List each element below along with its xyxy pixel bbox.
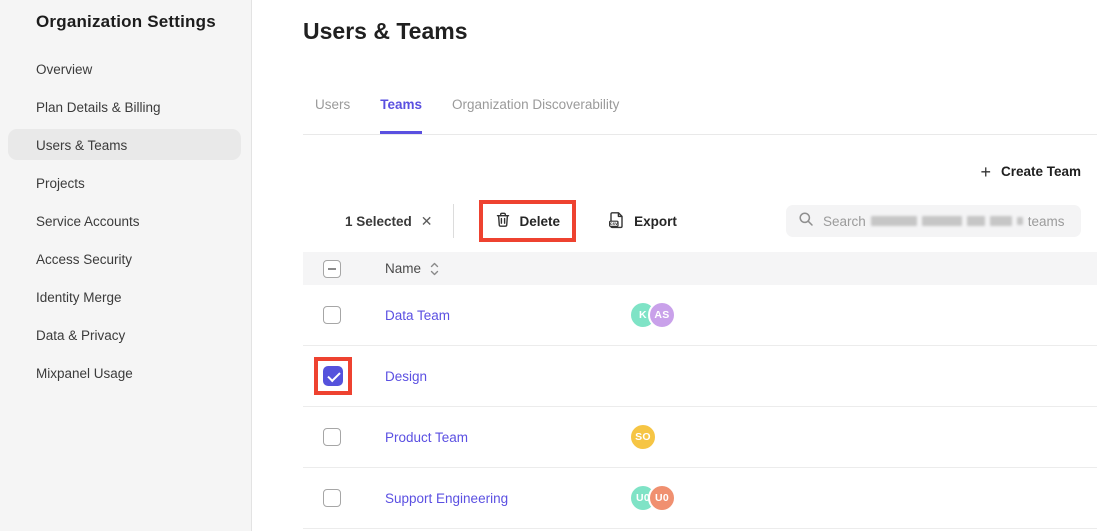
sidebar-title: Organization Settings (36, 12, 251, 32)
team-link[interactable]: Design (385, 369, 427, 384)
design-row-checkbox[interactable] (323, 366, 343, 386)
sidebar-item-data-privacy[interactable]: Data & Privacy (0, 316, 251, 354)
sidebar-item-label: Overview (36, 62, 92, 77)
page: Organization Settings Overview Plan Deta… (0, 0, 1108, 531)
team-name-cell: Support Engineering (385, 491, 629, 506)
search-input[interactable]: Search teams (786, 205, 1081, 237)
search-placeholder-prefix: Search (823, 214, 866, 229)
sidebar-item-label: Mixpanel Usage (36, 366, 133, 381)
sidebar-item-label: Plan Details & Billing (36, 100, 161, 115)
delete-label: Delete (520, 214, 561, 229)
sidebar-item-overview[interactable]: Overview (0, 50, 251, 88)
selected-count-label: 1 Selected (345, 214, 412, 229)
team-members-cell: U0 U0 (629, 484, 676, 512)
table-header-row: Name (303, 252, 1097, 285)
header-checkbox-cell (303, 260, 385, 278)
plus-icon: + (980, 165, 991, 179)
redacted-text-block (922, 216, 962, 226)
delete-button[interactable]: Delete (483, 204, 573, 238)
team-link[interactable]: Support Engineering (385, 491, 508, 506)
tab-teams[interactable]: Teams (380, 97, 422, 134)
row-checkbox[interactable] (323, 428, 341, 446)
row-checkbox[interactable] (323, 489, 341, 507)
export-button[interactable]: csv Export (600, 204, 685, 239)
sort-icon[interactable] (430, 262, 439, 276)
sidebar-item-label: Projects (36, 176, 85, 191)
search-placeholder: Search teams (823, 214, 1065, 229)
member-avatar: U0 (648, 484, 676, 512)
table-row: Product Team SO (303, 407, 1097, 468)
sidebar-item-mixpanel-usage[interactable]: Mixpanel Usage (0, 354, 251, 392)
row-checkbox-cell (303, 489, 385, 507)
search-placeholder-suffix: teams (1028, 214, 1065, 229)
redacted-text-block (967, 216, 985, 226)
name-column-header: Name (385, 261, 629, 276)
selection-toolbar: 1 Selected ✕ Delete (303, 201, 1081, 241)
annotation-box-delete: Delete (479, 200, 577, 242)
tab-organization-discoverability[interactable]: Organization Discoverability (452, 97, 619, 134)
tab-bar: Users Teams Organization Discoverability (303, 95, 1097, 135)
teams-table: Name Data Team (303, 252, 1097, 529)
clear-selection-icon[interactable]: ✕ (421, 213, 433, 230)
export-label: Export (634, 214, 677, 229)
create-team-label: Create Team (1001, 164, 1081, 179)
csv-export-icon: csv (608, 211, 625, 232)
member-avatar: SO (629, 423, 657, 451)
sidebar-item-identity-merge[interactable]: Identity Merge (0, 278, 251, 316)
sidebar-item-projects[interactable]: Projects (0, 164, 251, 202)
row-checkbox[interactable] (323, 306, 341, 324)
select-all-checkbox[interactable] (323, 260, 341, 278)
sidebar-item-label: Identity Merge (36, 290, 122, 305)
sidebar-nav: Overview Plan Details & Billing Users & … (0, 50, 251, 392)
table-row: Design (303, 346, 1097, 407)
team-name-cell: Design (385, 369, 629, 384)
team-link[interactable]: Product Team (385, 430, 468, 445)
sidebar-item-access-security[interactable]: Access Security (0, 240, 251, 278)
page-title: Users & Teams (303, 18, 468, 45)
create-team-button[interactable]: + Create Team (980, 164, 1081, 179)
sidebar-item-label: Access Security (36, 252, 132, 267)
team-name-cell: Data Team (385, 308, 629, 323)
team-members-cell: K AS (629, 301, 676, 329)
sidebar-item-users-teams[interactable]: Users & Teams (0, 126, 251, 164)
team-name-cell: Product Team (385, 430, 629, 445)
svg-text:csv: csv (610, 221, 618, 226)
row-checkbox-cell (303, 306, 385, 324)
sidebar-item-label: Service Accounts (36, 214, 140, 229)
table-row: Data Team K AS (303, 285, 1097, 346)
sidebar-item-label: Users & Teams (36, 138, 127, 153)
table-row: Support Engineering U0 U0 (303, 468, 1097, 529)
redacted-text-block (990, 216, 1012, 226)
name-header-label: Name (385, 261, 421, 276)
sidebar: Organization Settings Overview Plan Deta… (0, 0, 252, 531)
trash-icon (495, 211, 511, 231)
member-avatar: AS (648, 301, 676, 329)
toolbar-divider (453, 204, 454, 238)
redacted-text-block (1017, 217, 1023, 225)
team-members-cell: SO (629, 423, 657, 451)
annotation-box-checkbox (314, 357, 352, 395)
redacted-text-block (871, 216, 917, 226)
row-checkbox-cell (303, 428, 385, 446)
main-content: Users & Teams Users Teams Organization D… (252, 0, 1108, 531)
search-icon (798, 211, 814, 232)
row-checkbox-cell (303, 357, 385, 395)
tab-users[interactable]: Users (315, 97, 350, 134)
team-link[interactable]: Data Team (385, 308, 450, 323)
sidebar-item-label: Data & Privacy (36, 328, 125, 343)
sidebar-item-plan-details-billing[interactable]: Plan Details & Billing (0, 88, 251, 126)
sidebar-item-service-accounts[interactable]: Service Accounts (0, 202, 251, 240)
